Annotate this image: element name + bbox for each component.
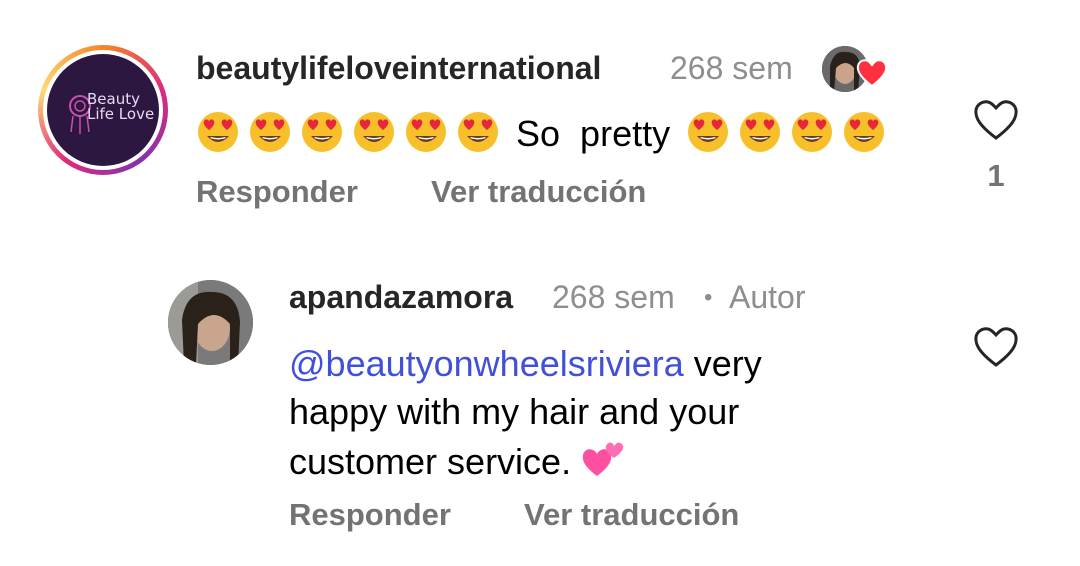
like-count: 1 <box>987 158 1005 193</box>
heart-eyes-emoji-icon <box>302 112 342 152</box>
reply-avatar[interactable] <box>168 280 253 365</box>
brand-logo-text: Beauty Life Love <box>87 90 155 123</box>
mention-link[interactable]: @beautyonwheelsriviera <box>289 343 684 384</box>
comment-text: So pretty <box>196 110 886 158</box>
reply-reply-button[interactable]: Responder <box>289 497 451 533</box>
heart-eyes-emoji-icon <box>406 112 446 152</box>
comment-timestamp: 268 sem <box>670 50 793 86</box>
heart-eyes-emoji-icon <box>198 112 238 152</box>
meta-separator: • <box>704 284 713 311</box>
author-badge: Autor <box>729 279 806 315</box>
liked-heart-icon <box>856 59 888 88</box>
heart-eyes-emoji-icon <box>250 112 290 152</box>
reply-text: @beautyonwheelsriviera very happy with m… <box>289 343 762 482</box>
avatar-story-ring[interactable]: Beauty Life Love <box>38 45 168 175</box>
reply-timestamp: 268 sem <box>552 279 675 315</box>
reply-button[interactable]: Responder <box>196 174 358 210</box>
reply-username[interactable]: apandazamora <box>289 279 513 316</box>
translate-button[interactable]: Ver traducción <box>431 174 646 210</box>
comment-username[interactable]: beautylifeloveinternational <box>196 50 601 87</box>
brand-avatar: Beauty Life Love <box>47 54 159 166</box>
like-heart-icon[interactable] <box>972 98 1020 142</box>
emoji-group-after <box>686 112 886 154</box>
comment-body: So pretty <box>516 113 671 154</box>
heart-eyes-emoji-icon <box>740 112 781 152</box>
heart-eyes-emoji-icon <box>844 112 885 152</box>
heart-eyes-emoji-icon <box>354 112 394 152</box>
heart-eyes-emoji-icon <box>792 112 833 152</box>
emoji-group-before <box>196 112 500 154</box>
heart-eyes-emoji-icon <box>688 112 729 152</box>
reply-like-heart-icon[interactable] <box>972 325 1020 369</box>
heart-eyes-emoji-icon <box>458 112 498 152</box>
two-hearts-icon <box>582 442 624 476</box>
reply-translate-button[interactable]: Ver traducción <box>524 497 739 533</box>
